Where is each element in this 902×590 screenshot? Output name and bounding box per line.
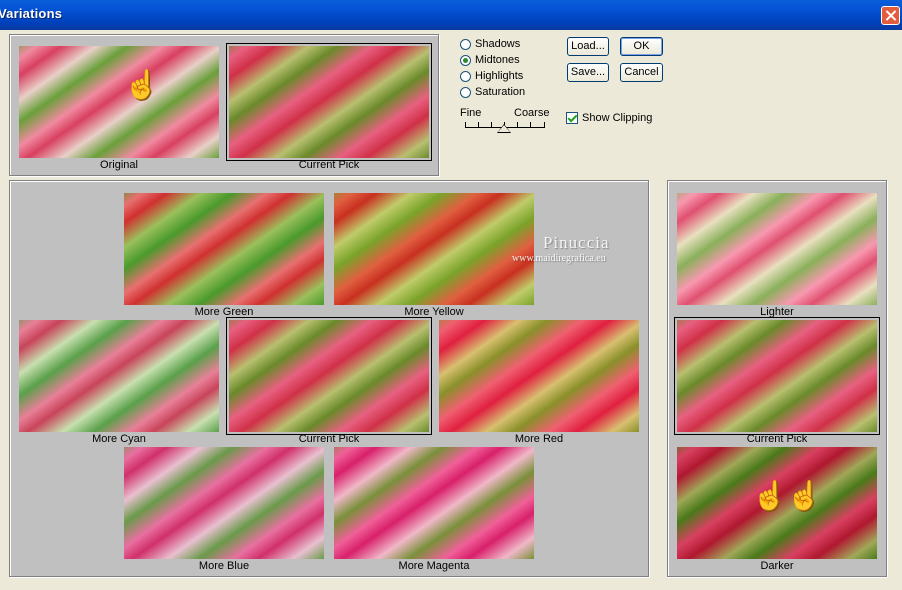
more-blue-thumbnail[interactable] xyxy=(124,447,324,559)
current-pick-label: Current Pick xyxy=(298,433,360,445)
radio-saturation[interactable]: Saturation xyxy=(460,84,525,100)
original-label: Original xyxy=(100,159,138,171)
ok-button[interactable]: OK xyxy=(620,37,663,56)
slider-coarse-label: Coarse xyxy=(514,107,550,119)
lighter-label: Lighter xyxy=(760,306,794,318)
more-yellow-label: More Yellow xyxy=(404,306,464,318)
radio-midtones[interactable]: Midtones xyxy=(460,52,520,68)
radio-shadows-label: Shadows xyxy=(475,38,521,50)
preview-panel: ☝ Original Current Pick xyxy=(9,34,439,176)
more-green-label: More Green xyxy=(194,306,254,318)
slider-fine-label: Fine xyxy=(460,107,482,119)
lighter-thumbnail[interactable] xyxy=(677,193,877,305)
radio-highlights-label: Highlights xyxy=(475,70,524,82)
more-blue-label: More Blue xyxy=(198,560,250,572)
watermark-url: www.maidiregrafica.eu xyxy=(512,253,606,264)
show-clipping-label: Show Clipping xyxy=(582,112,653,124)
radio-saturation-indicator[interactable] xyxy=(460,86,471,98)
title-bar: Variations xyxy=(0,0,902,30)
more-magenta-label: More Magenta xyxy=(398,560,470,572)
more-green-thumbnail[interactable] xyxy=(124,193,324,305)
brightness-current-thumbnail[interactable] xyxy=(674,317,880,435)
darker-label: Darker xyxy=(760,560,794,572)
more-cyan-label: More Cyan xyxy=(92,433,146,445)
radio-shadows[interactable]: Shadows xyxy=(460,36,520,52)
brightness-panel: Lighter Current Pick ☝☝ Darker xyxy=(667,180,887,577)
more-yellow-thumbnail[interactable] xyxy=(334,193,534,305)
current-pick-preview-label: Current Pick xyxy=(298,159,360,171)
coarseness-slider-thumb[interactable] xyxy=(497,124,511,133)
double-hand-icon: ☝☝ xyxy=(752,480,822,511)
radio-midtones-indicator[interactable] xyxy=(460,54,471,66)
current-pick-preview xyxy=(226,43,432,161)
show-clipping-checkbox[interactable]: Show Clipping xyxy=(566,112,652,124)
brightness-current-label: Current Pick xyxy=(746,433,808,445)
radio-shadows-indicator[interactable] xyxy=(460,38,471,50)
close-icon[interactable] xyxy=(881,6,900,25)
radio-midtones-label: Midtones xyxy=(475,54,520,66)
radio-highlights-indicator[interactable] xyxy=(460,70,471,82)
window-title: Variations xyxy=(0,6,63,21)
more-magenta-thumbnail[interactable] xyxy=(334,447,534,559)
radio-saturation-label: Saturation xyxy=(475,86,526,98)
radio-highlights[interactable]: Highlights xyxy=(460,68,523,84)
current-pick-thumbnail[interactable] xyxy=(226,317,432,435)
checkmark-icon[interactable] xyxy=(566,112,578,124)
load-button[interactable]: Load... xyxy=(567,37,609,56)
original-thumbnail xyxy=(19,46,219,158)
watermark-name: Pinuccia xyxy=(543,233,610,252)
pointing-hand-icon: ☝ xyxy=(124,69,159,100)
more-red-thumbnail[interactable] xyxy=(439,320,639,432)
cancel-button[interactable]: Cancel xyxy=(620,63,663,82)
save-button[interactable]: Save... xyxy=(567,63,609,82)
more-red-label: More Red xyxy=(514,433,564,445)
more-cyan-thumbnail[interactable] xyxy=(19,320,219,432)
